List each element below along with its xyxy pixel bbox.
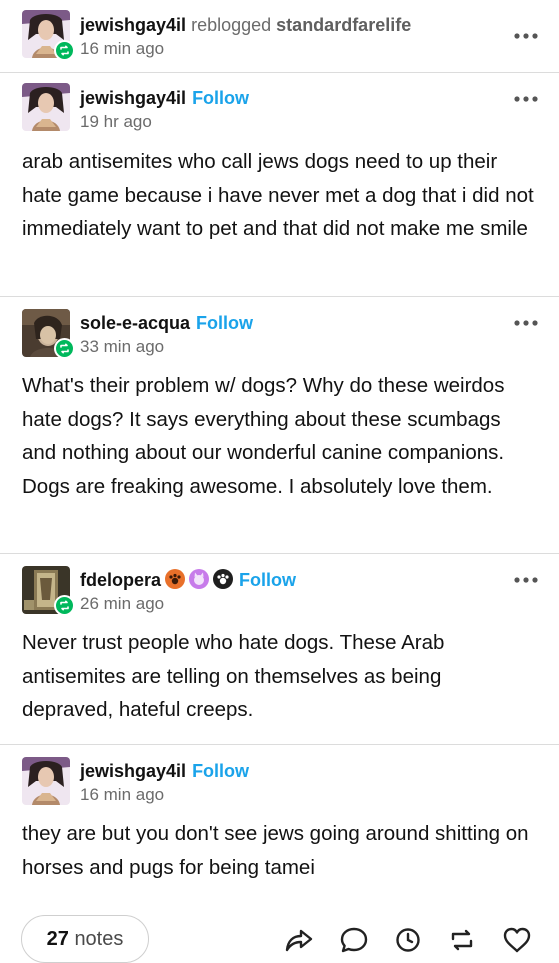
notes-count: 27 [46,928,69,950]
avatar[interactable] [22,757,70,805]
follow-button[interactable]: Follow [239,570,296,590]
more-options-icon[interactable] [513,576,539,584]
post-body: arab antisemites who call jews dogs need… [22,150,534,240]
avatar[interactable] [22,83,70,131]
notes-label: notes [74,928,124,950]
post: jewishgay4il Follow 19 hr ago arab antise… [0,73,559,297]
post-body: they are but you don't see jews going ar… [22,822,529,879]
post-author: jewishgay4il Follow [80,760,249,782]
timestamp[interactable]: 26 min ago [80,594,164,614]
timestamp[interactable]: 19 hr ago [80,112,152,132]
reply-icon[interactable] [339,925,369,955]
post: sole-e-acqua Follow 33 min ago What's the… [0,297,559,553]
reblog-icon[interactable] [447,925,477,955]
schedule-icon[interactable] [393,925,423,955]
timestamp[interactable]: 16 min ago [80,785,164,805]
paw-badge-icon[interactable] [165,569,186,589]
reblog-attribution: jewishgay4il reblogged standardfarelife [80,14,411,36]
source-username[interactable]: standardfarelife [276,15,411,35]
follow-button[interactable]: Follow [196,313,253,333]
username[interactable]: jewishgay4il [80,88,186,108]
reblog-badge [54,595,75,616]
post-author: fdelopera Follow [80,569,296,591]
username[interactable]: sole-e-acqua [80,313,190,333]
post-body: Never trust people who hate dogs. These … [22,631,445,721]
reblog-badge [54,338,75,359]
more-options-icon[interactable] [513,32,539,40]
more-options-icon[interactable] [513,95,539,103]
timestamp[interactable]: 33 min ago [80,337,164,357]
timestamp[interactable]: 16 min ago [80,39,164,59]
notes-button[interactable]: 27 notes [21,915,149,963]
like-icon[interactable] [502,925,532,955]
reblogged-label: reblogged [191,15,272,35]
post-author: jewishgay4il Follow [80,87,249,109]
reblog-badge [54,40,75,61]
more-options-icon[interactable] [513,319,539,327]
username[interactable]: jewishgay4il [80,15,186,35]
follow-button[interactable]: Follow [192,88,249,108]
username[interactable]: jewishgay4il [80,761,186,781]
post: jewishgay4il Follow 16 min ago they are b… [0,745,559,905]
username[interactable]: fdelopera [80,570,161,590]
paw-dark-badge-icon[interactable] [213,569,234,589]
follow-button[interactable]: Follow [192,761,249,781]
share-icon[interactable] [284,925,314,955]
reblog-header: jewishgay4il reblogged standardfarelife … [0,0,559,72]
post-author: sole-e-acqua Follow [80,312,253,334]
post-body: What's their problem w/ dogs? Why do the… [22,374,505,498]
post: fdelopera Follow 26 min ago Never trust p… [0,554,559,744]
cat-badge-icon[interactable] [189,569,210,589]
